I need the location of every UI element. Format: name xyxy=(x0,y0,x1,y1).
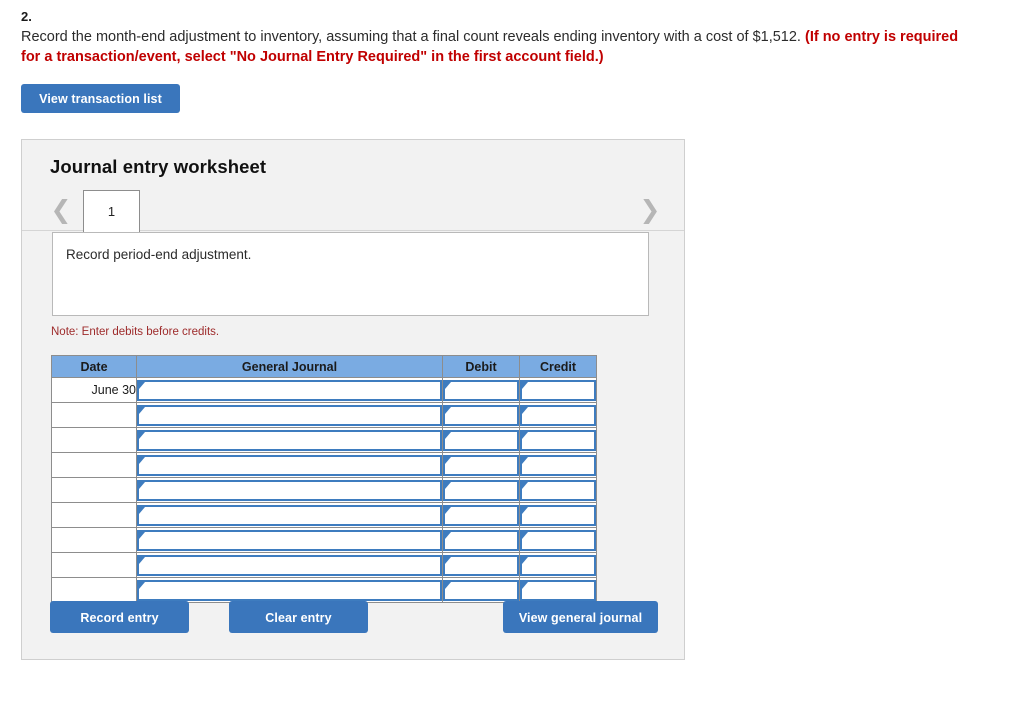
chevron-left-icon[interactable]: ❮ xyxy=(50,197,72,224)
credit-input[interactable] xyxy=(520,454,596,476)
credit-input[interactable] xyxy=(520,479,596,501)
general-journal-select[interactable] xyxy=(137,504,442,526)
debit-input[interactable] xyxy=(443,404,519,426)
debit-cell[interactable] xyxy=(442,577,520,603)
chevron-right-icon[interactable]: ❯ xyxy=(639,197,661,224)
debit-input[interactable] xyxy=(443,479,519,501)
view-general-journal-button[interactable]: View general journal xyxy=(503,601,658,633)
general-journal-cell[interactable] xyxy=(136,577,443,603)
general-journal-cell[interactable] xyxy=(136,477,443,503)
debit-input[interactable] xyxy=(443,529,519,551)
question-number: 2. xyxy=(21,9,32,24)
debit-input[interactable] xyxy=(443,579,519,601)
credit-cell[interactable] xyxy=(519,452,597,478)
credit-input[interactable] xyxy=(520,404,596,426)
table-row xyxy=(51,577,597,603)
table-row xyxy=(51,552,597,578)
column-header-credit: Credit xyxy=(519,355,597,378)
debit-input[interactable] xyxy=(443,504,519,526)
general-journal-cell[interactable] xyxy=(136,552,443,578)
date-cell[interactable] xyxy=(51,477,137,503)
date-cell[interactable] xyxy=(51,427,137,453)
clear-entry-button[interactable]: Clear entry xyxy=(229,601,368,633)
credit-input[interactable] xyxy=(520,579,596,601)
worksheet-tab-1[interactable]: 1 xyxy=(83,190,140,232)
credit-cell[interactable] xyxy=(519,427,597,453)
debit-cell[interactable] xyxy=(442,377,520,403)
table-header-row: Date General Journal Debit Credit xyxy=(51,355,597,378)
credit-input[interactable] xyxy=(520,554,596,576)
table-row xyxy=(51,452,597,478)
debit-cell[interactable] xyxy=(442,552,520,578)
general-journal-select[interactable] xyxy=(137,529,442,551)
general-journal-select[interactable] xyxy=(137,479,442,501)
debit-input[interactable] xyxy=(443,554,519,576)
date-cell[interactable] xyxy=(51,527,137,553)
column-header-general-journal: General Journal xyxy=(136,355,443,378)
table-row xyxy=(51,402,597,428)
table-row xyxy=(51,502,597,528)
debit-cell[interactable] xyxy=(442,527,520,553)
general-journal-select[interactable] xyxy=(137,379,442,401)
table-row xyxy=(51,427,597,453)
date-cell[interactable] xyxy=(51,502,137,528)
debit-input[interactable] xyxy=(443,379,519,401)
question-text-plain: Record the month-end adjustment to inven… xyxy=(21,29,805,45)
record-entry-button[interactable]: Record entry xyxy=(50,601,189,633)
date-cell[interactable] xyxy=(51,402,137,428)
general-journal-cell[interactable] xyxy=(136,452,443,478)
credit-input[interactable] xyxy=(520,529,596,551)
debit-cell[interactable] xyxy=(442,402,520,428)
general-journal-select[interactable] xyxy=(137,554,442,576)
debit-input[interactable] xyxy=(443,454,519,476)
credit-cell[interactable] xyxy=(519,477,597,503)
worksheet-title: Journal entry worksheet xyxy=(50,156,267,177)
question-block: 2. Record the month-end adjustment to in… xyxy=(0,0,1012,67)
credit-cell[interactable] xyxy=(519,577,597,603)
date-cell[interactable]: June 30 xyxy=(51,377,137,403)
general-journal-cell[interactable] xyxy=(136,402,443,428)
column-header-debit: Debit xyxy=(442,355,520,378)
debit-cell[interactable] xyxy=(442,477,520,503)
credit-cell[interactable] xyxy=(519,502,597,528)
general-journal-select[interactable] xyxy=(137,404,442,426)
date-cell[interactable] xyxy=(51,552,137,578)
date-cell[interactable] xyxy=(51,452,137,478)
credit-cell[interactable] xyxy=(519,527,597,553)
worksheet-tabstrip: ❮ 1 ❯ xyxy=(22,190,684,232)
view-transaction-list-wrap: View transaction list xyxy=(0,67,1012,113)
credit-input[interactable] xyxy=(520,504,596,526)
journal-entry-table: Date General Journal Debit Credit June 3… xyxy=(51,355,597,603)
date-cell[interactable] xyxy=(51,577,137,603)
general-journal-select[interactable] xyxy=(137,579,442,601)
credit-input[interactable] xyxy=(520,429,596,451)
debit-cell[interactable] xyxy=(442,452,520,478)
journal-entry-table-body: June 30 xyxy=(51,377,597,603)
general-journal-cell[interactable] xyxy=(136,377,443,403)
worksheet-actions: Record entry Clear entry View general jo… xyxy=(22,601,684,633)
journal-entry-worksheet-card: Journal entry worksheet ❮ 1 ❯ Record per… xyxy=(21,139,685,660)
general-journal-cell[interactable] xyxy=(136,427,443,453)
credit-cell[interactable] xyxy=(519,552,597,578)
credit-input[interactable] xyxy=(520,379,596,401)
table-row: June 30 xyxy=(51,377,597,403)
table-row xyxy=(51,477,597,503)
debit-cell[interactable] xyxy=(442,502,520,528)
general-journal-select[interactable] xyxy=(137,429,442,451)
general-journal-select[interactable] xyxy=(137,454,442,476)
debit-input[interactable] xyxy=(443,429,519,451)
general-journal-cell[interactable] xyxy=(136,527,443,553)
general-journal-cell[interactable] xyxy=(136,502,443,528)
column-header-date: Date xyxy=(51,355,137,378)
debits-before-credits-note: Note: Enter debits before credits. xyxy=(51,326,220,338)
debit-cell[interactable] xyxy=(442,427,520,453)
table-row xyxy=(51,527,597,553)
worksheet-description: Record period-end adjustment. xyxy=(52,232,649,316)
view-transaction-list-button[interactable]: View transaction list xyxy=(21,84,180,113)
credit-cell[interactable] xyxy=(519,402,597,428)
credit-cell[interactable] xyxy=(519,377,597,403)
question-text: Record the month-end adjustment to inven… xyxy=(21,27,971,67)
